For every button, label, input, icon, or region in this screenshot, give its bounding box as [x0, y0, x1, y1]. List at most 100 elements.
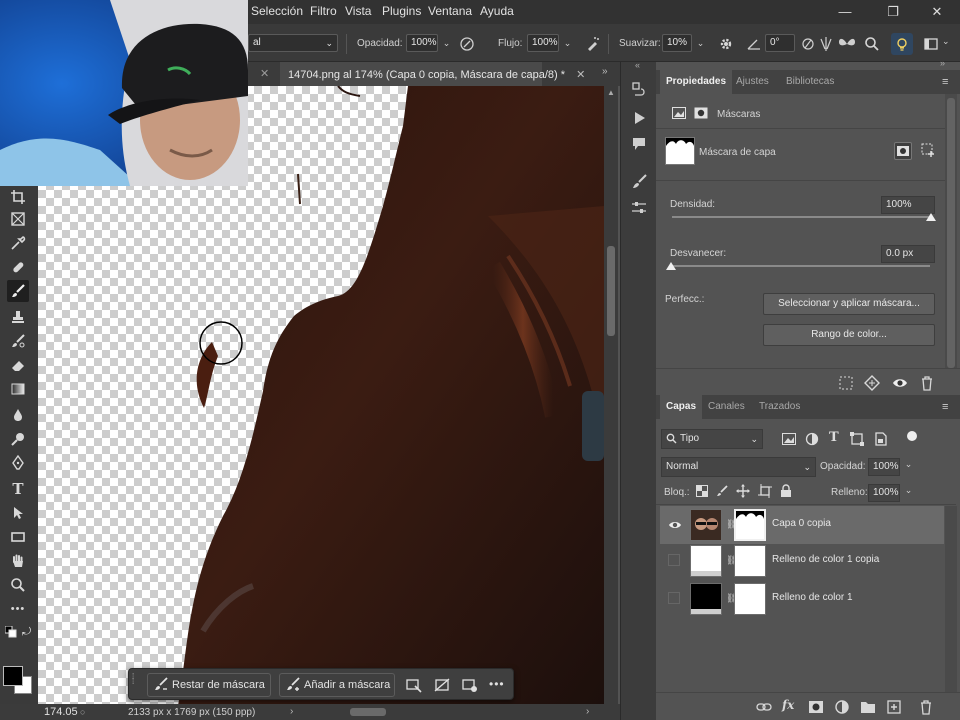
- new-layer-icon[interactable]: [886, 699, 902, 715]
- filter-type-icon[interactable]: T: [829, 430, 839, 445]
- gradient-tool-icon[interactable]: [7, 378, 29, 400]
- lock-pixels-icon[interactable]: [716, 485, 728, 497]
- lock-all-icon[interactable]: [780, 484, 792, 498]
- select-and-mask-button[interactable]: Seleccionar y aplicar máscara...: [763, 293, 935, 315]
- density-input[interactable]: 100%: [881, 196, 935, 214]
- pixel-mask-icon[interactable]: [672, 107, 686, 119]
- search-icon[interactable]: [863, 35, 881, 53]
- status-menu-icon[interactable]: ›: [290, 706, 293, 717]
- drag-handle-icon[interactable]: ⁞ ⁞: [132, 673, 136, 696]
- symmetry-icon[interactable]: [818, 35, 834, 53]
- opacity-dropdown-icon[interactable]: ⌄: [439, 34, 454, 52]
- layer-effects-icon[interactable]: fx: [782, 698, 794, 712]
- lightbulb-icon[interactable]: [891, 33, 913, 55]
- tab-propiedades[interactable]: Propiedades: [660, 70, 733, 94]
- layer-row-capa-0-copia[interactable]: ⛓ Capa 0 copia: [660, 506, 944, 544]
- fill-dropdown-icon[interactable]: ⌄: [902, 485, 915, 501]
- tab-ajustes[interactable]: Ajustes: [730, 70, 775, 94]
- layer-row-relleno-copia[interactable]: ⛓ Relleno de color 1 copia: [660, 542, 944, 580]
- filter-smart-object-icon[interactable]: [874, 432, 888, 446]
- adjustment-layer-icon[interactable]: [834, 699, 850, 715]
- delete-layer-icon[interactable]: [918, 699, 934, 715]
- horizontal-scrollbar-thumb[interactable]: [350, 708, 386, 716]
- workspace-chevron-icon[interactable]: ⌄: [942, 36, 950, 47]
- dodge-tool-icon[interactable]: [7, 428, 29, 450]
- hand-tool-icon[interactable]: [7, 550, 29, 572]
- history-brush-icon[interactable]: [7, 330, 29, 352]
- blend-mode-select[interactable]: Normal ⌄: [661, 457, 816, 477]
- tab-canales[interactable]: Canales: [702, 395, 751, 419]
- fill-input[interactable]: 100%: [868, 484, 900, 502]
- collapse-right-icon[interactable]: »: [940, 58, 945, 68]
- path-selection-icon[interactable]: [7, 502, 29, 524]
- close-window-button[interactable]: ✕: [922, 2, 952, 22]
- add-pixel-mask-icon[interactable]: [894, 142, 912, 160]
- collapse-panels-icon[interactable]: «: [635, 60, 640, 70]
- visibility-toggle-off[interactable]: [668, 554, 680, 566]
- eye-icon[interactable]: [892, 375, 908, 391]
- maximize-button[interactable]: ❐: [878, 2, 908, 22]
- layer-opacity-dropdown-icon[interactable]: ⌄: [902, 459, 915, 475]
- filter-pixel-icon[interactable]: [782, 433, 796, 445]
- link-layers-icon[interactable]: [756, 699, 772, 715]
- close-tab-icon[interactable]: ✕: [260, 67, 269, 80]
- workspace-icon[interactable]: [922, 35, 940, 53]
- layer-filter-select[interactable]: Tipo ⌄: [661, 429, 763, 449]
- butterfly-icon[interactable]: [836, 35, 858, 53]
- zoom-level[interactable]: 174.05: [44, 706, 78, 718]
- smoothing-input[interactable]: 10%: [662, 34, 692, 52]
- scrollbar-thumb[interactable]: [607, 246, 615, 336]
- add-to-mask-button[interactable]: Añadir a máscara: [279, 673, 395, 697]
- density-slider-track[interactable]: [672, 216, 930, 218]
- trash-icon[interactable]: [919, 375, 935, 391]
- density-slider-thumb[interactable]: [926, 213, 936, 221]
- angle-input[interactable]: 0°: [765, 34, 795, 52]
- properties-scrollbar[interactable]: [945, 94, 957, 372]
- layers-scrollbar[interactable]: [945, 506, 957, 698]
- filter-adjustment-icon[interactable]: [805, 432, 819, 446]
- flow-dropdown-icon[interactable]: ⌄: [560, 34, 575, 52]
- crop-tool-icon[interactable]: [7, 186, 29, 208]
- menu-vista[interactable]: Vista: [345, 4, 371, 18]
- add-mask-icon[interactable]: [808, 699, 824, 715]
- airbrush-icon[interactable]: [584, 35, 602, 53]
- tab-trazados[interactable]: Trazados: [753, 395, 806, 419]
- lock-transparent-icon[interactable]: [696, 485, 708, 497]
- actions-play-icon[interactable]: [629, 108, 649, 128]
- foreground-color-swatch[interactable]: [3, 666, 23, 686]
- lock-artboard-icon[interactable]: [758, 484, 772, 498]
- smoothing-dropdown-icon[interactable]: ⌄: [693, 34, 708, 52]
- tab-document[interactable]: 14704.png al 174% (Capa 0 copia, Máscara…: [280, 62, 585, 86]
- eyedropper-tool-icon[interactable]: [7, 232, 29, 254]
- mode-select[interactable]: al ⌄: [248, 34, 338, 52]
- feather-slider-track[interactable]: [672, 265, 930, 267]
- type-tool-icon[interactable]: T: [7, 478, 29, 500]
- clone-stamp-icon[interactable]: [7, 306, 29, 328]
- layer-mask-thumbnail[interactable]: [734, 509, 766, 541]
- feather-slider-thumb[interactable]: [666, 262, 676, 270]
- tab-capas[interactable]: Capas: [660, 395, 703, 419]
- filter-toggle-icon[interactable]: [907, 431, 917, 441]
- lock-position-icon[interactable]: [736, 484, 750, 498]
- apply-mask-icon[interactable]: [461, 676, 479, 694]
- visibility-eye-icon[interactable]: [668, 518, 682, 532]
- fill-mask-thumbnail[interactable]: [734, 545, 766, 577]
- brush-settings-icon[interactable]: [629, 172, 649, 192]
- apply-mask-diamond-icon[interactable]: [864, 375, 880, 391]
- frame-tool-icon[interactable]: [7, 208, 29, 230]
- layer-opacity-input[interactable]: 100%: [868, 458, 900, 476]
- pressure-size-icon[interactable]: [800, 35, 816, 53]
- visibility-toggle-off[interactable]: [668, 592, 680, 604]
- feather-input[interactable]: 0.0 px: [881, 245, 935, 263]
- tab-bibliotecas[interactable]: Bibliotecas: [780, 70, 840, 94]
- scroll-up-icon[interactable]: ▲: [607, 88, 615, 97]
- tabs-overflow-icon[interactable]: »: [602, 66, 608, 77]
- layers-menu-icon[interactable]: ≡: [942, 401, 948, 413]
- vector-mask-icon[interactable]: [694, 107, 708, 119]
- eraser-tool-icon[interactable]: [7, 354, 29, 376]
- vertical-scrollbar[interactable]: ▲: [604, 86, 618, 706]
- load-selection-icon[interactable]: [838, 375, 854, 391]
- blur-tool-icon[interactable]: [7, 404, 29, 426]
- new-group-icon[interactable]: [860, 699, 876, 715]
- fill-mask-thumbnail[interactable]: [734, 583, 766, 615]
